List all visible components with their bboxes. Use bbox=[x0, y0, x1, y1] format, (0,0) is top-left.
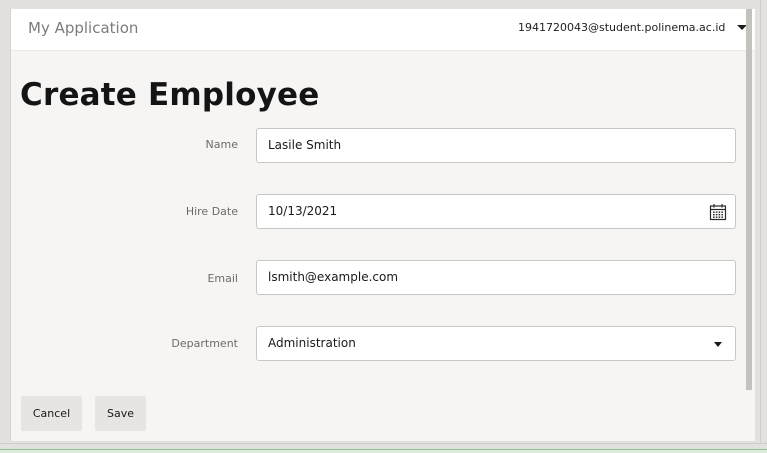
app-title: My Application bbox=[28, 19, 139, 37]
name-value: Lasile Smith bbox=[268, 138, 342, 152]
scrollbar[interactable] bbox=[746, 9, 752, 390]
name-input[interactable]: Lasile Smith bbox=[256, 128, 736, 163]
window-edge bbox=[0, 449, 767, 453]
top-bar: My Application 1941720043@student.poline… bbox=[11, 9, 755, 51]
cancel-button[interactable]: Cancel bbox=[21, 396, 82, 431]
hire-date-value: 10/13/2021 bbox=[268, 204, 338, 218]
calendar-icon[interactable] bbox=[709, 203, 727, 221]
page-title: Create Employee bbox=[20, 77, 320, 113]
department-select[interactable]: Administration bbox=[256, 326, 736, 361]
save-button[interactable]: Save bbox=[95, 396, 146, 431]
chevron-down-icon[interactable] bbox=[714, 342, 722, 347]
email-value: lsmith@example.com bbox=[268, 270, 399, 284]
user-email: 1941720043@student.polinema.ac.id bbox=[518, 21, 726, 34]
email-label: Email bbox=[207, 272, 238, 285]
name-label: Name bbox=[205, 138, 238, 151]
user-menu[interactable]: 1941720043@student.polinema.ac.id bbox=[518, 21, 748, 34]
app-window: My Application 1941720043@student.poline… bbox=[10, 9, 755, 441]
window-frame-right bbox=[760, 0, 767, 453]
email-input[interactable]: lsmith@example.com bbox=[256, 260, 736, 295]
hire-date-label: Hire Date bbox=[185, 205, 238, 218]
department-value: Administration bbox=[268, 336, 356, 350]
hire-date-input[interactable]: 10/13/2021 bbox=[256, 194, 736, 229]
department-label: Department bbox=[171, 337, 238, 350]
